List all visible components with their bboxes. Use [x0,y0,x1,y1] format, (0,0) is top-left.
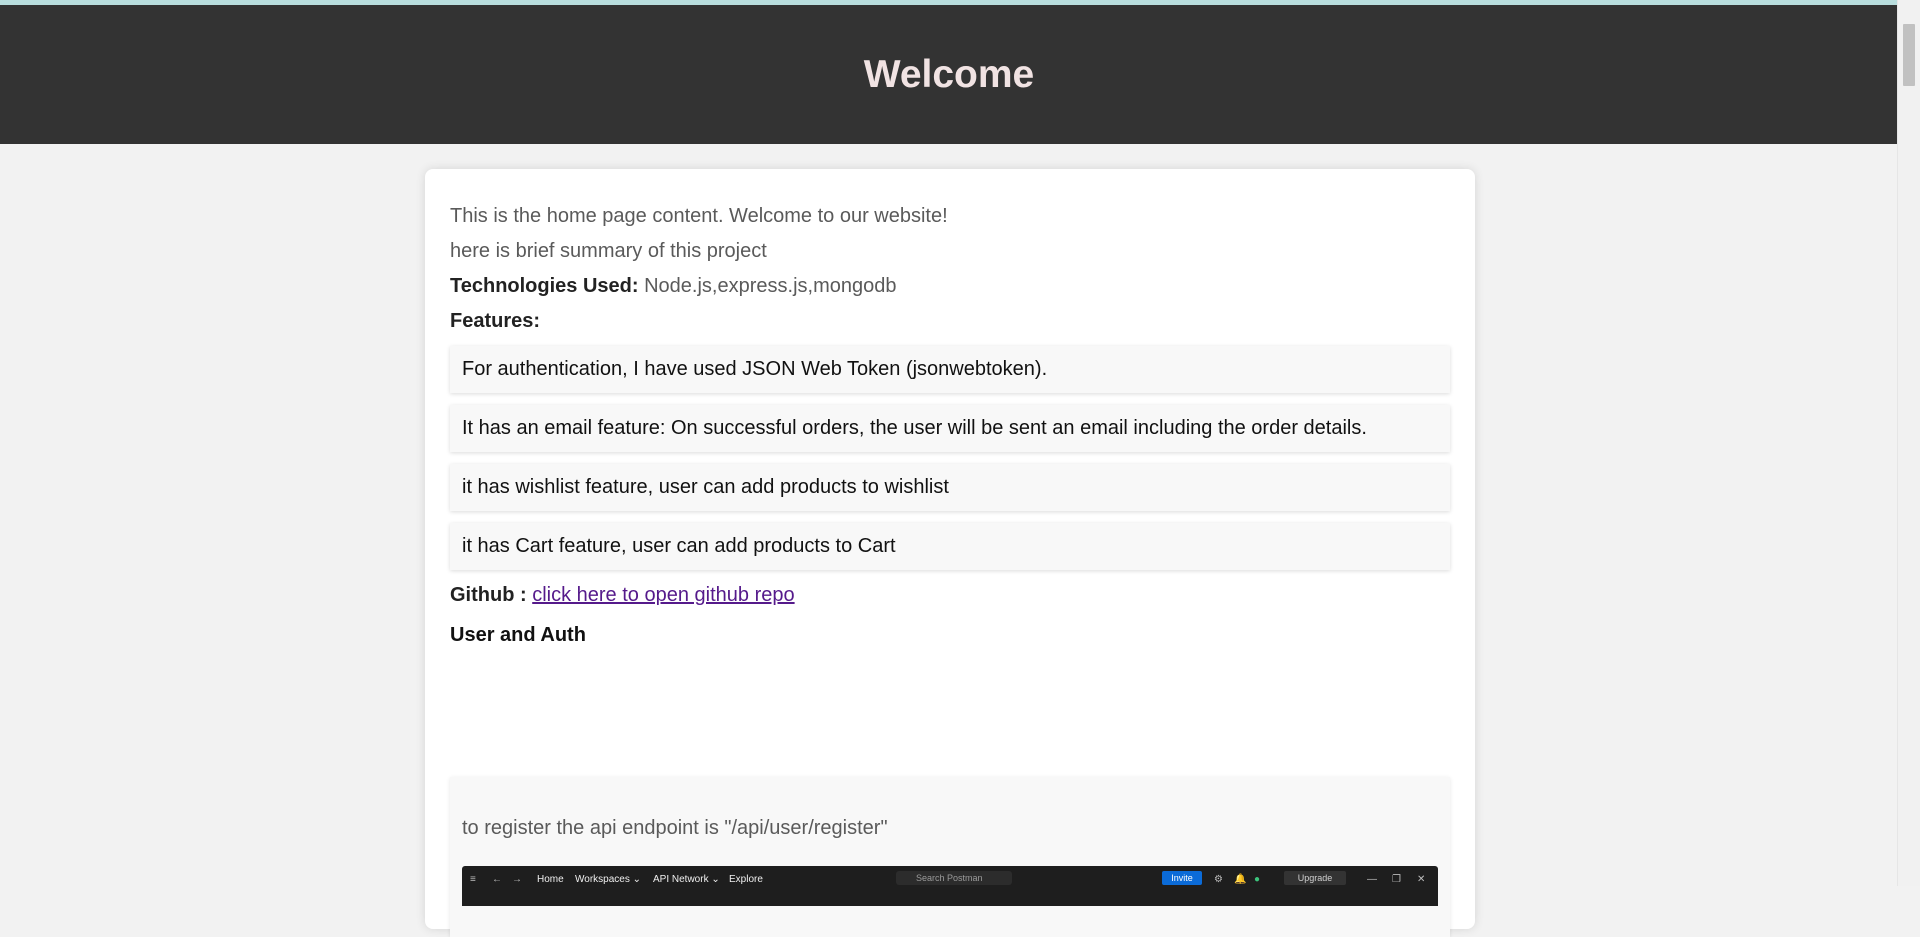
user-auth-heading: User and Auth [450,624,586,646]
page-title: Welcome [863,52,1035,96]
technologies-value: Node.js,express.js,mongodb [644,275,897,297]
github-line: Github : click here to open github repo [450,584,795,607]
github-repo-link[interactable]: click here to open github repo [532,584,794,606]
close-icon: ✕ [1417,874,1426,885]
register-endpoint-text: to register the api endpoint is "/api/us… [462,817,888,839]
shot-search: Search Postman [896,871,1012,885]
github-label: Github : [450,584,527,606]
shot-nav-workspaces: Workspaces ⌄ [575,874,642,885]
shot-upgrade-button: Upgrade [1284,871,1346,885]
shot-nav-api-network: API Network ⌄ [653,874,720,885]
avatar-icon: ● [1254,874,1261,885]
summary-text: here is brief summary of this project [450,240,767,262]
shot-invite-button: Invite [1162,871,1202,885]
feature-item: it has Cart feature, user can add produc… [450,523,1450,570]
shot-nav-home: Home [537,874,564,885]
maximize-icon: ❐ [1392,874,1401,885]
content-card: This is the home page content. Welcome t… [425,169,1475,937]
back-arrow-icon: ← [492,874,502,885]
intro-text: This is the home page content. Welcome t… [450,205,948,227]
features-heading: Features: [450,310,541,332]
feature-item: For authentication, I have used JSON Web… [450,346,1450,393]
vertical-scrollbar[interactable] [1897,0,1920,886]
minimize-icon: — [1367,874,1377,885]
shot-nav-explore: Explore [729,874,763,885]
page-header: Welcome [0,5,1898,144]
technologies-label: Technologies Used: [450,275,639,297]
bell-icon: 🔔 [1234,874,1247,885]
postman-screenshot: ≡ ← → Home Workspaces ⌄ API Network ⌄ Ex… [462,866,1438,906]
endpoint-box: to register the api endpoint is "/api/us… [450,777,1450,937]
technologies-line: Technologies Used: Node.js,express.js,mo… [450,275,896,298]
menu-icon: ≡ [470,874,476,885]
settings-icon: ⚙ [1214,874,1223,885]
forward-arrow-icon: → [512,874,522,885]
feature-item: It has an email feature: On successful o… [450,405,1450,452]
scrollbar-thumb[interactable] [1903,24,1915,86]
feature-item: it has wishlist feature, user can add pr… [450,464,1450,511]
